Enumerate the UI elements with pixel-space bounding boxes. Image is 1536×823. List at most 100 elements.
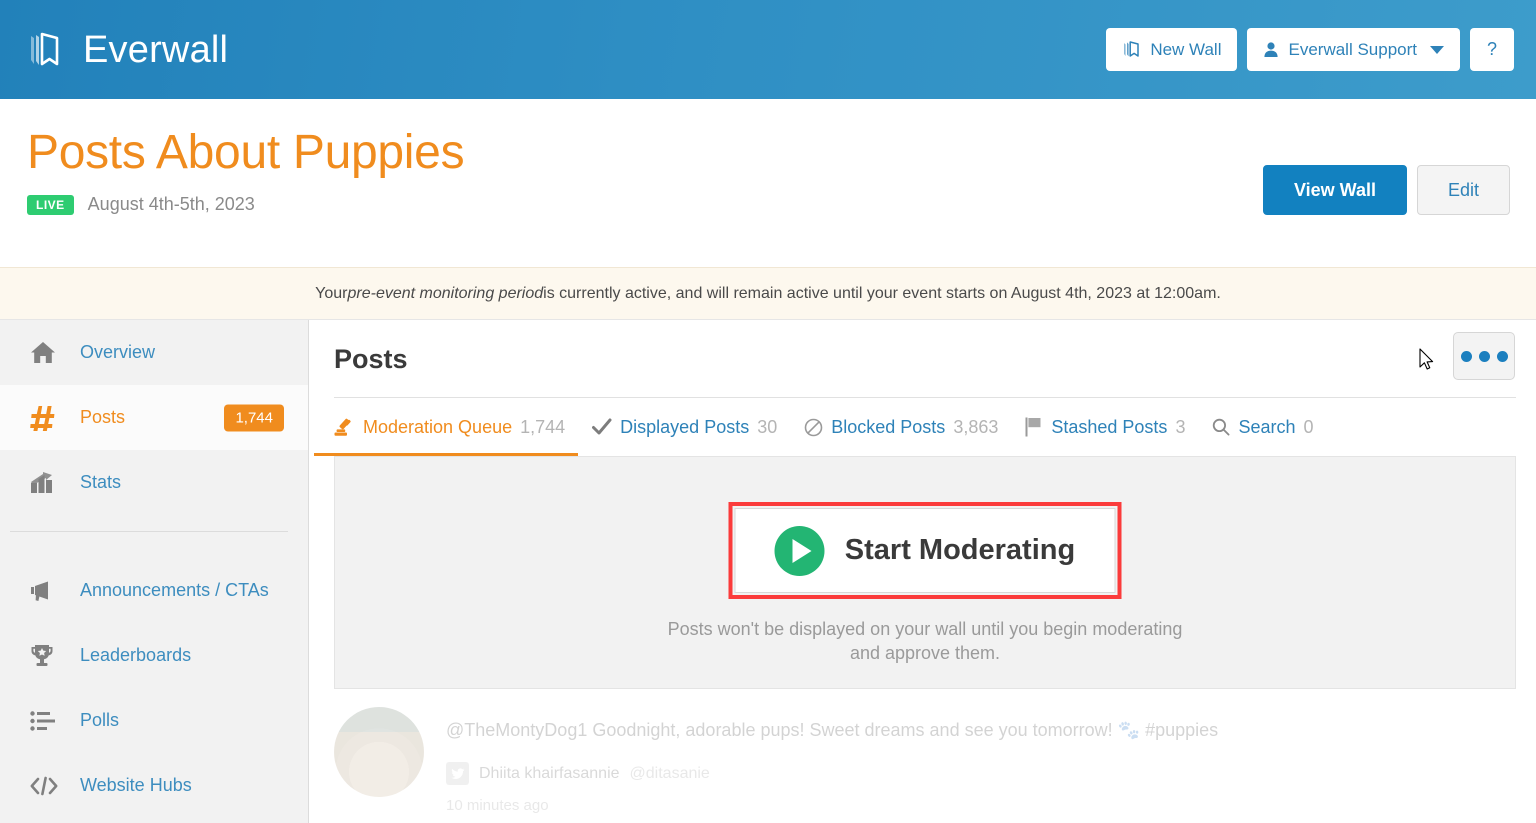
chevron-down-icon	[1430, 45, 1444, 54]
notice-suffix: is currently active, and will remain act…	[543, 284, 1221, 302]
event-dates: August 4th-5th, 2023	[87, 194, 255, 214]
main-title: Posts	[334, 344, 408, 374]
twitter-icon	[446, 762, 469, 786]
book-icon	[1122, 40, 1141, 59]
view-wall-button[interactable]: View Wall	[1262, 165, 1407, 215]
tab-count: 3,863	[953, 416, 999, 437]
sidebar-item-label: Announcements / CTAs	[80, 580, 269, 600]
sidebar-divider	[10, 531, 288, 532]
post-author: Dhiita khairfasannie	[479, 764, 620, 782]
trophy-icon	[30, 644, 64, 668]
new-wall-button[interactable]: New Wall	[1106, 28, 1238, 71]
event-subheader: LIVE August 4th-5th, 2023	[27, 194, 255, 215]
sidebar-item-label: Stats	[80, 472, 122, 492]
post-text: @TheMontyDog1 Goodnight, adorable pups! …	[446, 719, 1218, 742]
sidebar-item-overview[interactable]: Overview	[0, 320, 308, 385]
brand[interactable]: Everwall	[25, 28, 228, 72]
sidebar-item-label: Website Hubs	[80, 775, 192, 795]
avatar	[334, 707, 424, 797]
search-icon	[1212, 418, 1230, 436]
sidebar-item-label: Leaderboards	[80, 645, 192, 665]
play-icon	[774, 525, 825, 576]
help-icon: ?	[1486, 39, 1497, 59]
notice-emphasis: pre-event monitoring period	[347, 284, 544, 302]
main-header: Posts	[310, 320, 1536, 398]
start-moderating-area: Start Moderating	[728, 502, 1122, 599]
sidebar-item-stats[interactable]: Stats	[0, 450, 308, 515]
notice-prefix: Your	[315, 284, 348, 302]
tab-label: Blocked Posts	[831, 416, 946, 437]
megaphone-icon	[30, 580, 64, 602]
panel-note-line1: Posts won't be displayed on your wall un…	[667, 619, 1183, 639]
post-meta: Dhiita khairfasannie @ditasanie	[446, 762, 1218, 786]
hashtag-icon	[30, 405, 64, 431]
post-time: 10 minutes ago	[446, 797, 549, 815]
tab-search[interactable]: Search 0	[1212, 416, 1314, 438]
start-moderating-label: Start Moderating	[844, 534, 1076, 566]
edit-button[interactable]: Edit	[1416, 165, 1510, 215]
sidebar-posts-badge: 1,744	[224, 404, 284, 431]
post-body: @TheMontyDog1 Goodnight, adorable pups! …	[446, 707, 1218, 814]
post-handle: @ditasanie	[629, 764, 710, 782]
ellipsis-icon[interactable]	[1453, 332, 1515, 380]
blocked-icon	[804, 418, 823, 437]
gavel-icon	[334, 418, 355, 437]
list-item[interactable]: @TheMontyDog1 Goodnight, adorable pups! …	[334, 707, 1516, 814]
pre-event-notice: Your pre-event monitoring period is curr…	[0, 267, 1536, 320]
dot-2	[1478, 350, 1490, 362]
panel-note-line2: and approve them.	[849, 643, 1001, 664]
user-icon	[1263, 41, 1279, 58]
sidebar-item-label: Polls	[80, 710, 120, 730]
bar-chart-icon	[30, 471, 64, 495]
moderation-empty-panel: Start Moderating Posts won't be displaye…	[334, 456, 1516, 689]
post-message: @TheMontyDog1 Goodnight, adorable pups! …	[446, 720, 1146, 740]
post-tabs: Moderation Queue 1,744 Displayed Posts 3…	[310, 398, 1536, 456]
new-wall-label: New Wall	[1150, 39, 1222, 59]
play-triangle	[792, 538, 812, 563]
tab-count: 0	[1303, 416, 1314, 437]
tab-moderation-queue[interactable]: Moderation Queue 1,744	[334, 417, 565, 438]
top-navigation-bar: Everwall New Wall Everwall Support ?	[0, 0, 1536, 99]
main-content: Posts Moderation Queue 1,744 Displayed P…	[310, 320, 1536, 823]
sidebar: Overview Posts 1,744 Stats Announcements…	[0, 320, 309, 823]
sidebar-item-website-hubs[interactable]: Website Hubs	[0, 753, 308, 818]
tab-blocked-posts[interactable]: Blocked Posts 3,863	[804, 417, 998, 438]
tab-count: 30	[757, 416, 778, 437]
start-moderating-button[interactable]: Start Moderating	[734, 508, 1116, 593]
everwall-book-logo-icon	[25, 28, 69, 72]
page-title: Posts About Puppies	[27, 126, 465, 179]
tab-count: 3	[1175, 416, 1186, 437]
sidebar-item-label: Overview	[80, 342, 156, 362]
panel-note: Posts won't be displayed on your wall un…	[335, 617, 1515, 666]
list-icon	[30, 710, 64, 731]
flag-icon	[1025, 417, 1043, 437]
sidebar-item-leaderboards[interactable]: Leaderboards	[0, 623, 308, 688]
dot-3	[1496, 350, 1508, 362]
topbar-actions: New Wall Everwall Support ?	[1106, 28, 1514, 71]
brand-name: Everwall	[83, 28, 229, 71]
status-badge: LIVE	[27, 194, 74, 215]
tab-label: Search	[1238, 416, 1296, 437]
tab-label: Moderation Queue	[363, 416, 513, 437]
sidebar-item-polls[interactable]: Polls	[0, 688, 308, 753]
sidebar-item-announcements[interactable]: Announcements / CTAs	[0, 558, 308, 623]
home-icon	[30, 341, 64, 365]
dot-1	[1460, 350, 1472, 362]
account-menu-button[interactable]: Everwall Support	[1247, 28, 1460, 71]
account-menu-label: Everwall Support	[1288, 39, 1417, 59]
post-hashtag[interactable]: #puppies	[1145, 720, 1218, 740]
tab-label: Stashed Posts	[1051, 416, 1168, 437]
page-header-actions: View Wall Edit	[1262, 165, 1510, 215]
tab-displayed-posts[interactable]: Displayed Posts 30	[592, 417, 777, 438]
tab-label: Displayed Posts	[620, 416, 750, 437]
highlight-outline: Start Moderating	[728, 502, 1122, 599]
check-icon	[592, 418, 612, 436]
help-button[interactable]: ?	[1470, 28, 1514, 71]
tab-stashed-posts[interactable]: Stashed Posts 3	[1025, 417, 1185, 438]
code-icon	[30, 776, 64, 796]
sidebar-item-posts[interactable]: Posts 1,744	[0, 385, 308, 450]
post-list: @TheMontyDog1 Goodnight, adorable pups! …	[334, 707, 1516, 814]
tab-count: 1,744	[520, 416, 566, 437]
page-header: Posts About Puppies LIVE August 4th-5th,…	[0, 99, 1536, 267]
